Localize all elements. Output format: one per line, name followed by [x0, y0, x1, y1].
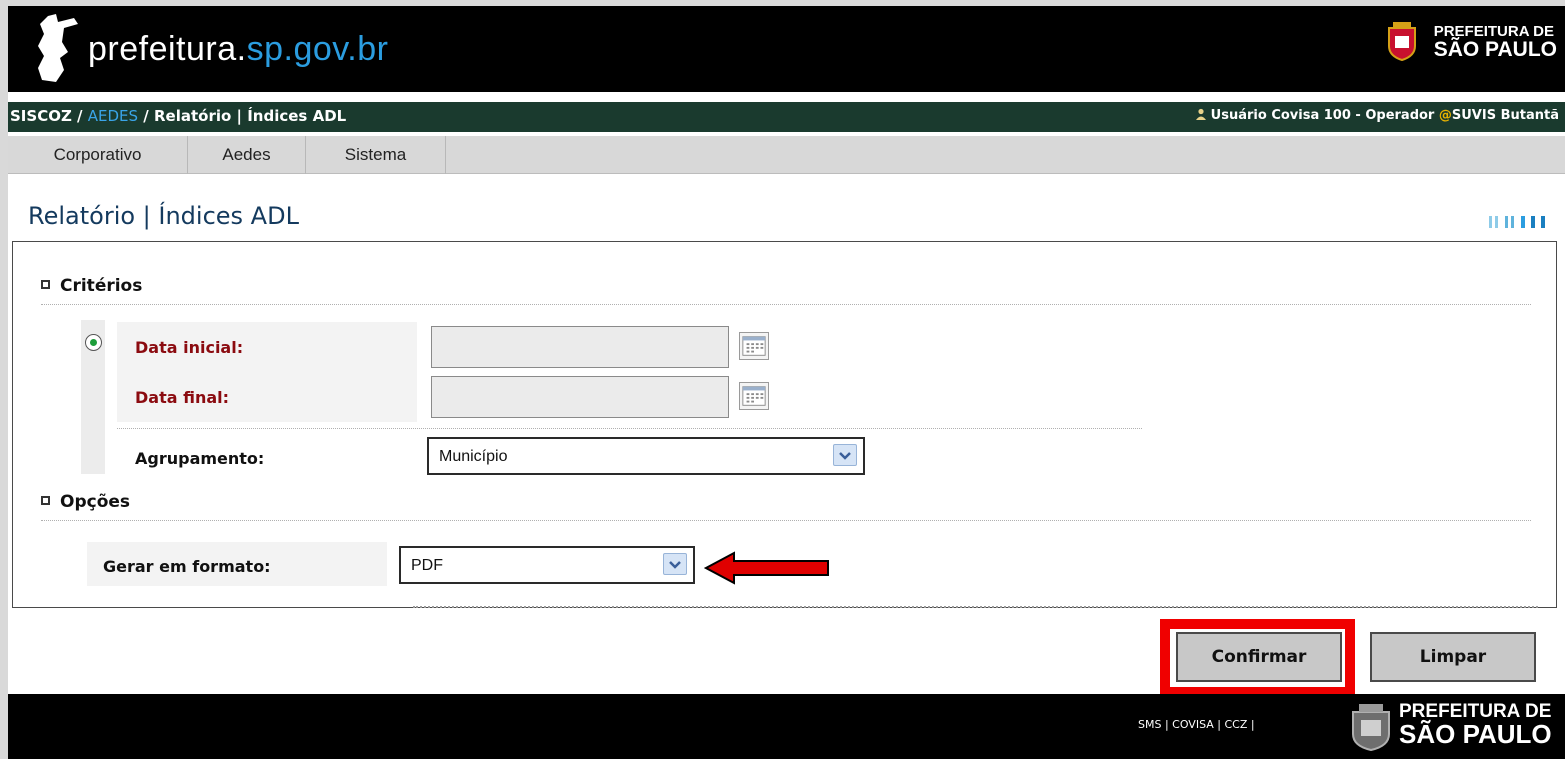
clear-button[interactable]: Limpar — [1370, 632, 1536, 682]
brand-line-2: SÃO PAULO — [1433, 38, 1557, 61]
formato-select[interactable]: PDF — [399, 546, 695, 584]
footer-links[interactable]: SMS | COVISA | CCZ | — [1138, 718, 1255, 731]
data-final-input[interactable] — [431, 376, 729, 418]
breadcrumb-module[interactable]: AEDES — [88, 107, 138, 125]
data-inicial-input[interactable] — [431, 326, 729, 368]
calendar-icon[interactable] — [739, 332, 769, 360]
breadcrumb-separator: / — [71, 107, 88, 125]
site-header: prefeitura.sp.gov.br PREFEITURA DE SÃO P… — [8, 6, 1565, 92]
user-unit: SUVIS Butantã — [1451, 108, 1559, 123]
data-inicial-label: Data inicial: — [117, 322, 417, 372]
main-menu: Corporativo Aedes Sistema — [8, 136, 1565, 174]
divider — [41, 304, 1531, 305]
menu-item-corporativo[interactable]: Corporativo — [8, 136, 188, 174]
annotation-highlight — [1160, 619, 1355, 697]
section-criterios[interactable]: Critérios — [41, 276, 142, 296]
menu-item-sistema[interactable]: Sistema — [306, 136, 446, 174]
agrupamento-label: Agrupamento: — [117, 436, 417, 476]
breadcrumb-system[interactable]: SISCOZ — [10, 107, 72, 125]
brand-line-1: PREFEITURA DE — [1433, 23, 1554, 40]
breadcrumb-bar: SISCOZ / AEDES / Relatório | Índices ADL… — [8, 102, 1565, 132]
collapse-icon — [41, 279, 50, 289]
site-footer: SMS | COVISA | CCZ | PREFEITURA DE SÃO P… — [8, 694, 1565, 759]
menu-item-aedes[interactable]: Aedes — [188, 136, 306, 174]
formato-value: PDF — [411, 557, 443, 574]
breadcrumb-separator: / — [138, 107, 154, 125]
section-opcoes-title: Opções — [60, 492, 131, 512]
app-window: prefeitura.sp.gov.br PREFEITURA DE SÃO P… — [8, 6, 1565, 759]
section-opcoes[interactable]: Opções — [41, 492, 130, 512]
site-title-accent: sp.gov.br — [246, 30, 389, 68]
chevron-down-icon[interactable] — [663, 553, 687, 575]
page-title: Relatório | Índices ADL — [28, 202, 299, 230]
site-title-main: prefeitura. — [88, 30, 247, 68]
brand-logo: PREFEITURA DE SÃO PAULO — [1377, 18, 1557, 74]
period-radio[interactable] — [85, 334, 102, 351]
footer-brand-logo: PREFEITURA DE SÃO PAULO — [1349, 698, 1559, 756]
site-title[interactable]: prefeitura.sp.gov.br — [88, 30, 388, 69]
divider — [117, 428, 1142, 429]
brand-text: PREFEITURA DE SÃO PAULO — [1434, 24, 1557, 60]
annotation-arrow-icon — [704, 551, 829, 585]
data-final-label: Data final: — [117, 372, 417, 422]
breadcrumb-page: Relatório | Índices ADL — [154, 107, 347, 125]
agrupamento-select[interactable]: Município — [427, 437, 865, 475]
decorative-bars-icon — [1489, 216, 1545, 228]
user-info: Usuário Covisa 100 - Operador @SUVIS But… — [1195, 108, 1559, 123]
footer-brand-line-2: SÃO PAULO — [1399, 719, 1552, 749]
user-name: Usuário Covisa 100 - Operador — [1210, 108, 1435, 123]
breadcrumb: SISCOZ / AEDES / Relatório | Índices ADL — [10, 107, 346, 125]
collapse-icon — [41, 495, 50, 505]
agrupamento-value: Município — [439, 448, 508, 465]
formato-label: Gerar em formato: — [87, 542, 387, 586]
divider — [413, 606, 1538, 608]
chevron-down-icon[interactable] — [833, 444, 857, 466]
city-emblem-icon — [1352, 704, 1390, 752]
user-icon — [1195, 108, 1206, 120]
at-icon: @ — [1438, 108, 1452, 123]
city-emblem-icon — [1388, 22, 1416, 62]
city-logo-icon — [38, 14, 78, 82]
divider — [41, 520, 1531, 521]
footer-brand-text: PREFEITURA DE SÃO PAULO — [1399, 702, 1552, 747]
section-criterios-title: Critérios — [60, 276, 143, 296]
calendar-icon[interactable] — [739, 382, 769, 410]
